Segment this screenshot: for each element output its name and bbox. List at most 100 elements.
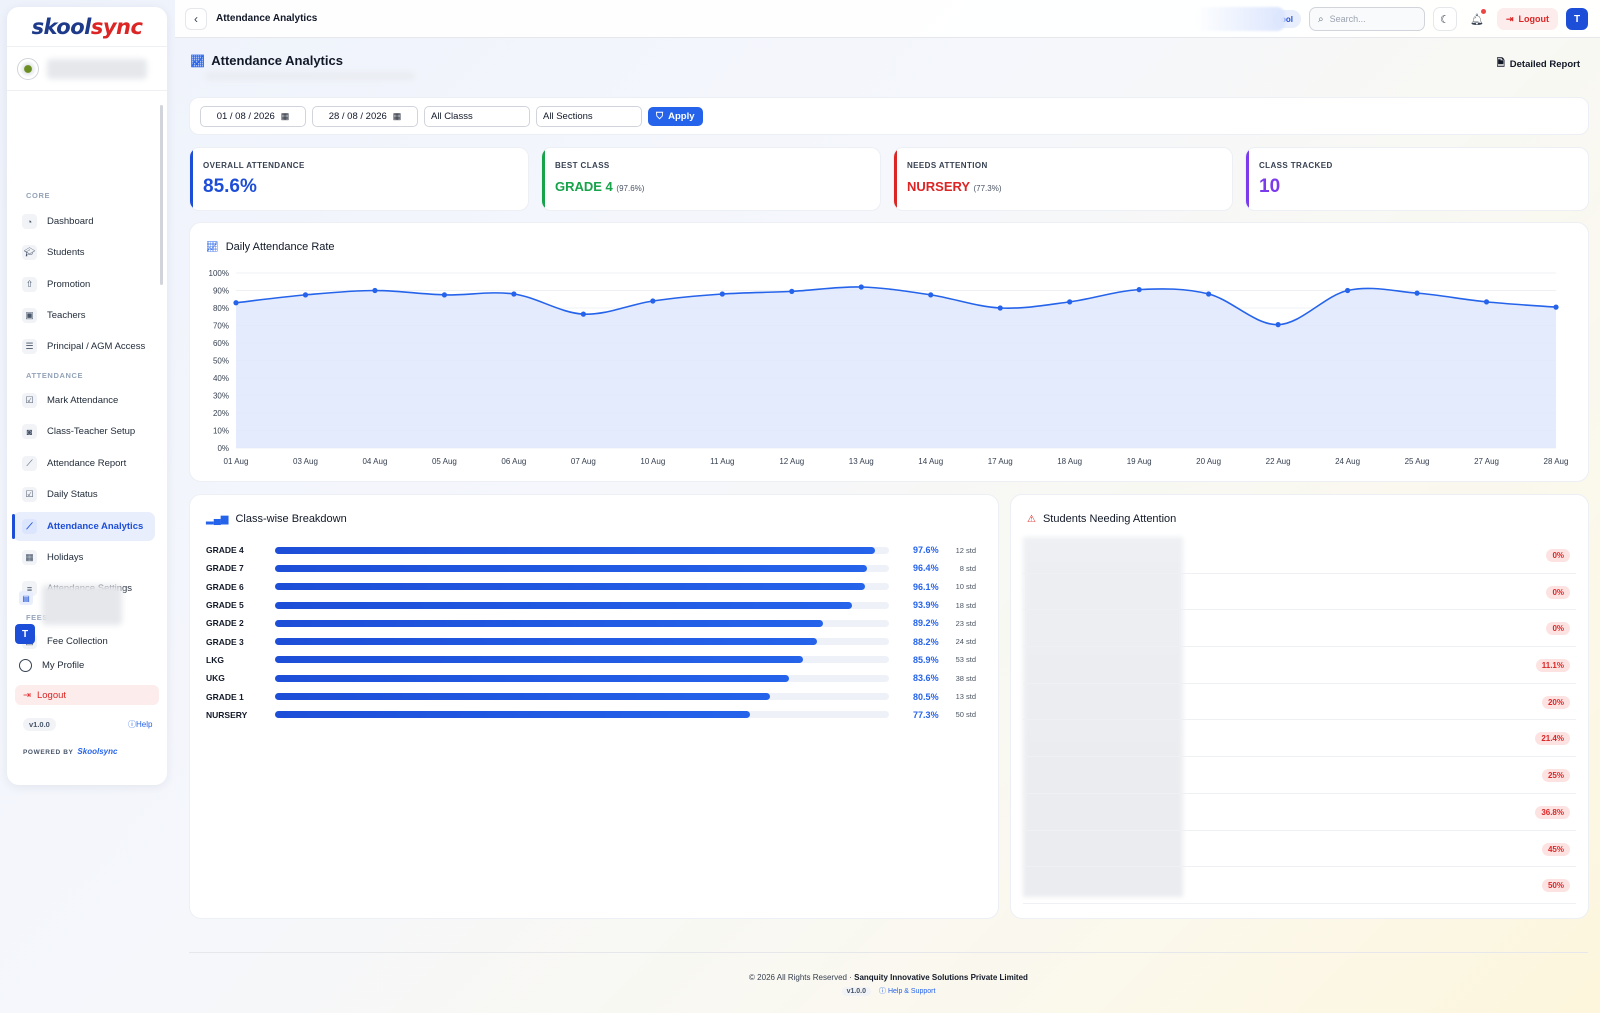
help-link[interactable]: ⓘHelp	[128, 719, 152, 730]
my-profile-label: My Profile	[42, 660, 85, 671]
data-point	[1414, 290, 1420, 296]
bar-chart-icon: ▂▄▆	[206, 513, 229, 525]
kpi-value: 10	[1259, 176, 1588, 198]
attention-row[interactable]: 0%	[1023, 537, 1576, 574]
notification-dot	[1480, 9, 1486, 14]
x-tick-label: 10 Aug	[640, 457, 665, 466]
sidebar-item-attendance-report[interactable]: ⟋ Attendance Report	[13, 449, 155, 478]
attention-row[interactable]: 20%	[1023, 684, 1576, 721]
apply-button[interactable]: ⛉ Apply	[648, 106, 703, 126]
kpi-value: 85.6%	[203, 176, 528, 198]
user-avatar[interactable]: T	[15, 624, 35, 644]
section-select[interactable]: All Sections	[536, 105, 642, 127]
sidebar-scrollbar[interactable]	[160, 105, 163, 285]
breakdown-row: GRADE 2 89.2% 23 std	[206, 614, 976, 632]
attendance-badge: 50%	[1541, 879, 1570, 893]
bar-track	[274, 619, 890, 627]
x-tick-label: 01 Aug	[224, 457, 249, 466]
sidebar-item-label: Dashboard	[47, 216, 94, 227]
gauge-icon: ◔	[22, 214, 37, 229]
line-chart-icon: ⟋	[22, 456, 37, 471]
brand-logo[interactable]: skool sync	[7, 7, 167, 47]
attention-row[interactable]: 25%	[1023, 757, 1576, 794]
attendance-badge: 0%	[1546, 622, 1570, 636]
attendance-badge: 11.1%	[1535, 659, 1570, 673]
class-student-count: 10 std	[955, 582, 976, 592]
attention-row[interactable]: 21.4%	[1023, 720, 1576, 758]
kpi-best-class: BEST CLASS GRADE 4 (97.6%)	[541, 147, 881, 211]
bar-fill	[274, 693, 770, 701]
data-point	[789, 288, 795, 294]
footer-version: v1.0.0	[841, 987, 872, 996]
breakdown-row: GRADE 3 88.2% 24 std	[206, 632, 976, 650]
x-tick-label: 04 Aug	[362, 457, 387, 466]
from-date-input[interactable]: 01 / 08 / 2026 ▦	[200, 105, 306, 127]
search-input[interactable]: ⌕ Search...	[1308, 7, 1425, 31]
x-tick-label: 17 Aug	[988, 457, 1013, 466]
sidebar-item-dashboard[interactable]: ◔ Dashboard	[13, 207, 155, 236]
bar-track	[274, 638, 890, 646]
sidebar-item-holidays[interactable]: ▦ Holidays	[13, 543, 155, 572]
topbar-logout-button[interactable]: ⇥ Logout	[1496, 8, 1558, 30]
y-tick-label: 0%	[217, 444, 229, 453]
active-indicator	[12, 514, 15, 539]
sidebar-item-teachers[interactable]: ▣ Teachers	[13, 301, 155, 330]
kpi-sub: (97.6%)	[616, 184, 645, 193]
class-name: NURSERY	[206, 709, 248, 720]
attention-row[interactable]: 0%	[1023, 574, 1576, 611]
bar-track	[274, 583, 890, 591]
attention-row[interactable]: 11.1%	[1023, 647, 1576, 684]
kpi-value-text: 85.6%	[203, 176, 257, 197]
data-point	[302, 292, 309, 298]
sidebar-item-mark-attendance[interactable]: ☑ Mark Attendance	[13, 386, 155, 415]
sidebar-item-daily-status[interactable]: ☑ Daily Status	[13, 480, 155, 509]
data-point	[511, 291, 517, 297]
attention-row[interactable]: 50%	[1023, 867, 1576, 904]
version-badge: v1.0.0	[23, 718, 56, 731]
notifications-button[interactable]: 🔔︎	[1465, 7, 1489, 31]
x-tick-label: 11 Aug	[710, 457, 734, 466]
my-profile-link[interactable]: My Profile	[19, 659, 84, 672]
sidebar-item-label: Attendance Report	[47, 458, 127, 469]
topbar-title: Attendance Analytics	[216, 13, 318, 24]
class-student-count: 23 std	[955, 618, 976, 628]
y-tick-label: 40%	[213, 374, 229, 383]
school-selector[interactable]	[7, 47, 167, 91]
filter-bar: 01 / 08 / 2026 ▦ 28 / 08 / 2026 ▦ All Cl…	[189, 97, 1589, 135]
company-name: Sanquity Innovative Solutions Private Li…	[854, 973, 1028, 982]
attention-row[interactable]: 0%	[1023, 610, 1576, 648]
data-point	[1206, 291, 1212, 297]
sidebar-item-students[interactable]: 🎓︎ Students	[13, 238, 155, 267]
chevron-left-icon: ‹	[194, 11, 198, 26]
sidebar-logout-button[interactable]: ⇥ Logout	[15, 685, 159, 705]
class-name: GRADE 5	[206, 600, 244, 611]
breakdown-row: LKG 85.9% 53 std	[206, 651, 976, 669]
sidebar-item-promotion[interactable]: ⇧ Promotion	[13, 270, 155, 299]
attention-row[interactable]: 45%	[1023, 831, 1576, 868]
back-button[interactable]: ‹	[185, 7, 207, 30]
x-tick-label: 20 Aug	[1196, 457, 1221, 466]
powered-by-label: POWERED BY	[23, 749, 74, 756]
class-select[interactable]: All Classs	[424, 105, 530, 127]
sidebar-item-attendance-analytics[interactable]: ⟋ Attendance Analytics	[13, 512, 155, 541]
sidebar-item-principal-agm-access[interactable]: ☰ Principal / AGM Access	[13, 332, 155, 361]
calendar-icon: ▦	[280, 110, 290, 121]
attention-title: ⚠ Students Needing Attention	[1027, 513, 1176, 525]
theme-toggle-button[interactable]: ☾	[1432, 7, 1457, 31]
class-student-count: 12 std	[955, 545, 976, 555]
topbar-avatar[interactable]: T	[1566, 8, 1588, 30]
y-tick-label: 20%	[213, 409, 229, 418]
user-info-blurred	[42, 585, 122, 625]
detailed-report-button[interactable]: 🗎 Detailed Report	[1497, 56, 1580, 73]
to-date-value: 28 / 08 / 2026	[328, 110, 387, 122]
user-circle-icon	[19, 659, 32, 672]
kpi-accent	[894, 148, 897, 210]
sidebar-item-class-teacher-setup[interactable]: ◙ Class-Teacher Setup	[13, 417, 155, 446]
attendance-badge: 21.4%	[1535, 732, 1570, 746]
data-point	[1067, 299, 1073, 305]
data-point	[997, 305, 1003, 311]
help-support-link[interactable]: ⓘ Help & Support	[879, 988, 935, 995]
to-date-input[interactable]: 28 / 08 / 2026 ▦	[312, 105, 418, 127]
attention-row[interactable]: 36.8%	[1023, 794, 1576, 831]
bar-fill	[274, 601, 852, 609]
